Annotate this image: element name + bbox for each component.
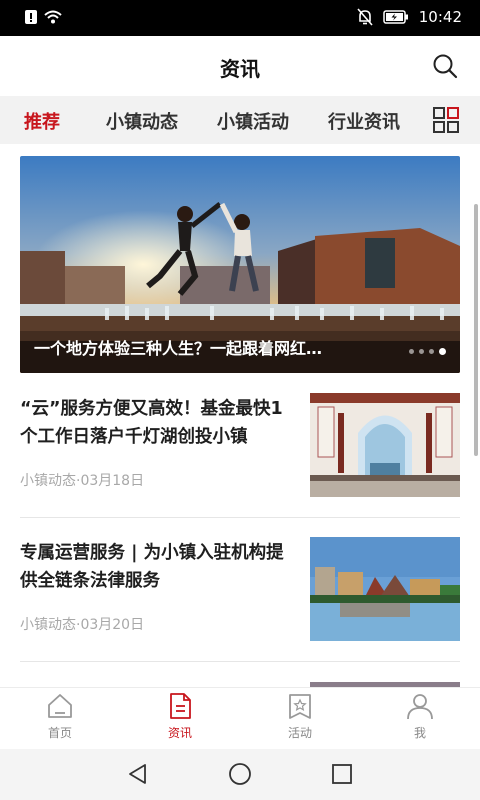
system-nav-bar <box>0 749 480 800</box>
category-tab-bar: 推荐 小镇动态 小镇活动 行业资讯 <box>0 96 480 144</box>
wifi-icon <box>44 10 62 24</box>
nav-item-me[interactable]: 我 <box>380 692 460 741</box>
banner-dot <box>429 349 434 354</box>
news-thumbnail <box>310 537 460 641</box>
news-list-item[interactable]: “云”服务方便又高效！基金最快1个工作日落户千灯湖创投小镇 小镇动态·03月18… <box>20 393 460 517</box>
banner-caption: 一个地方体验三种人生？一起跟着网红… <box>34 339 323 358</box>
home-circle-icon[interactable] <box>228 762 252 786</box>
nav-item-news[interactable]: 资讯 <box>140 692 220 741</box>
banner-dot-active <box>439 348 446 355</box>
nav-label: 我 <box>413 726 426 740</box>
banner-pagination <box>409 348 446 355</box>
list-divider <box>20 661 460 662</box>
recents-square-icon[interactable] <box>330 762 354 786</box>
grid-menu-icon[interactable] <box>432 106 460 134</box>
news-thumbnail <box>310 393 460 497</box>
mute-bell-icon <box>357 8 373 26</box>
nav-item-home[interactable]: 首页 <box>20 692 100 741</box>
news-meta: 小镇动态·03月18日 <box>20 473 145 489</box>
news-meta: 小镇动态·03月20日 <box>20 617 145 633</box>
nav-item-events[interactable]: 活动 <box>260 692 340 741</box>
status-bar: 10:42 <box>0 0 480 36</box>
alert-icon <box>25 10 37 24</box>
list-divider <box>20 517 460 518</box>
scrollbar[interactable] <box>474 204 478 456</box>
battery-charging-icon <box>383 10 408 24</box>
home-icon <box>48 694 72 718</box>
tab-town-events[interactable]: 小镇活动 <box>217 108 289 134</box>
status-time: 10:42 <box>418 8 462 26</box>
news-headline: 专属运营服务 | 为小镇入驻机构提供全链条法律服务 <box>20 543 284 591</box>
back-icon[interactable] <box>126 762 150 786</box>
nav-label: 资讯 <box>167 726 192 740</box>
news-list-item[interactable]: 专属运营服务 | 为小镇入驻机构提供全链条法律服务 小镇动态·03月20日 <box>20 537 460 661</box>
tab-recommended[interactable]: 推荐 <box>24 108 60 134</box>
search-icon[interactable] <box>432 53 458 79</box>
banner-dot <box>419 349 424 354</box>
tab-industry-news[interactable]: 行业资讯 <box>328 108 400 134</box>
event-ticket-icon <box>289 694 311 719</box>
page-title: 资讯 <box>220 57 260 81</box>
status-left <box>24 9 62 25</box>
title-bar: 资讯 <box>0 36 480 96</box>
banner-dot <box>409 349 414 354</box>
featured-banner[interactable]: 一个地方体验三种人生？一起跟着网红… <box>20 156 460 373</box>
status-right: 10:42 <box>357 8 462 26</box>
nav-label: 首页 <box>47 726 72 740</box>
tab-town-news[interactable]: 小镇动态 <box>106 108 178 134</box>
news-document-icon <box>170 693 191 719</box>
person-icon <box>407 694 433 720</box>
news-headline: “云”服务方便又高效！基金最快1个工作日落户千灯湖创投小镇 <box>20 399 283 447</box>
bottom-nav: 首页 资讯 活动 我 <box>0 687 480 749</box>
nav-label: 活动 <box>287 726 312 740</box>
